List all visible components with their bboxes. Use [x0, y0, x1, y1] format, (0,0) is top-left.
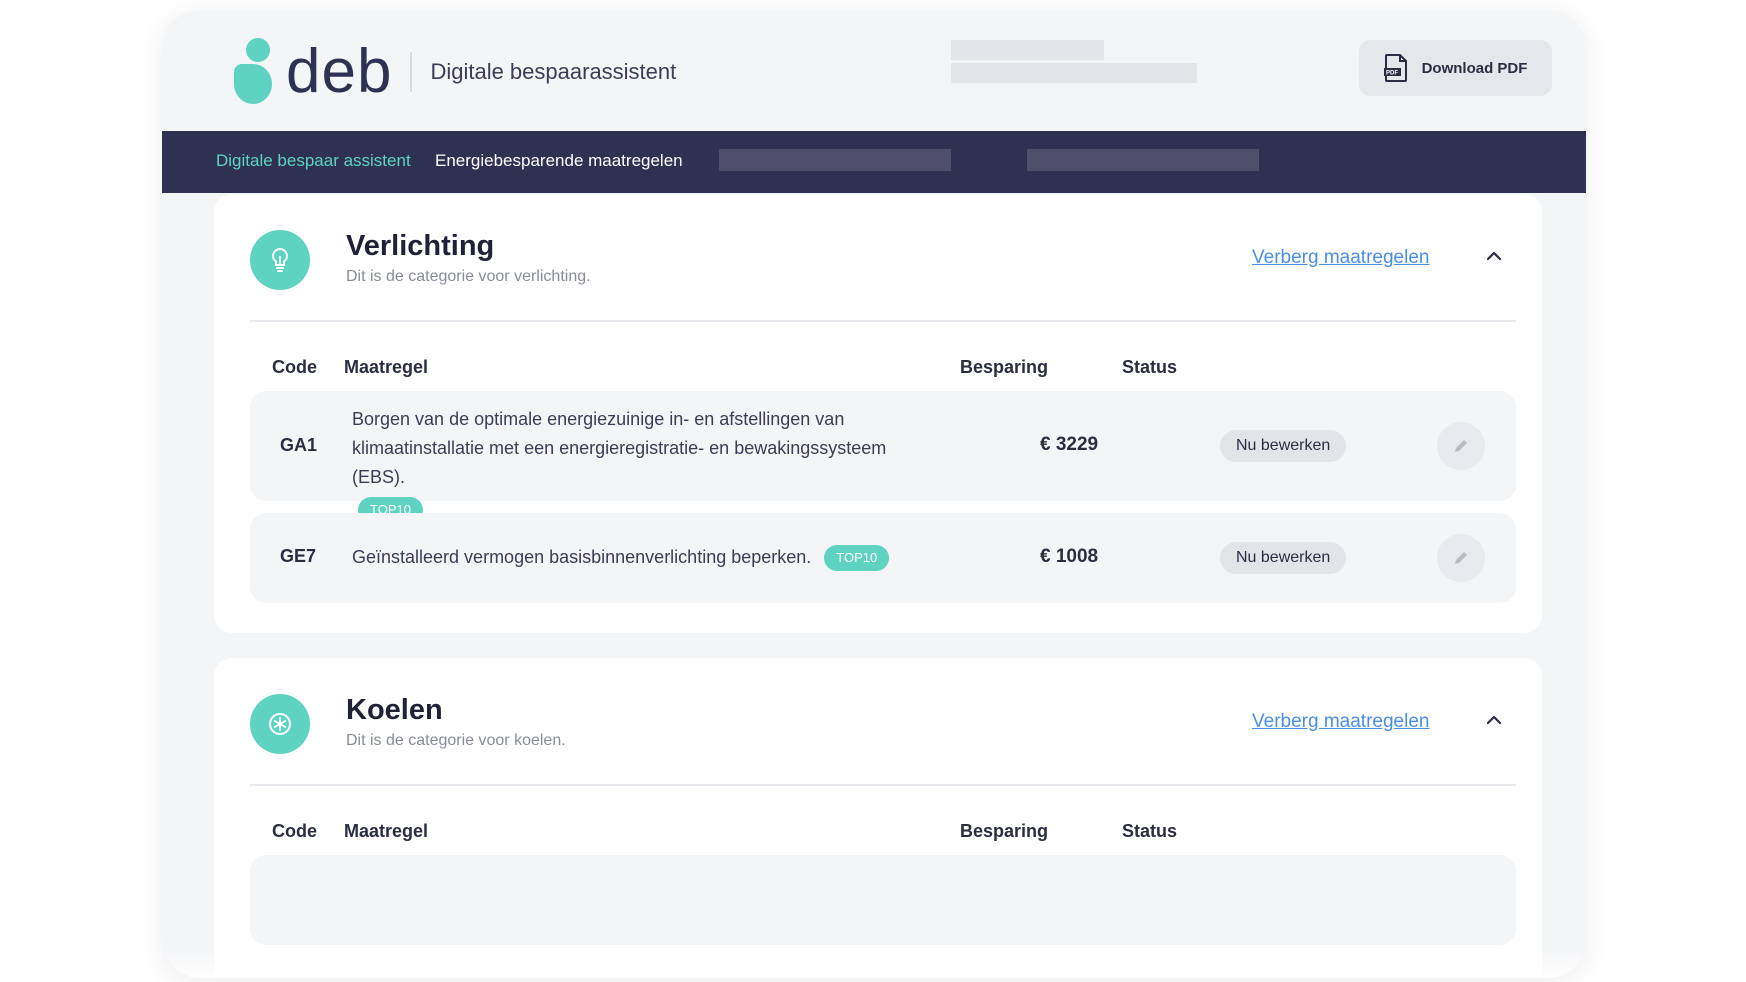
status-edit-pill[interactable]: Nu bewerken	[1220, 542, 1347, 574]
table-row: GA1 Borgen van de optimale energiezuinig…	[250, 391, 1516, 524]
column-header-measure: Maatregel	[344, 821, 429, 841]
column-header-status: Status	[1122, 821, 1178, 841]
top-nav: Digitale bespaar assistent Energiebespar…	[162, 131, 1586, 193]
snowflake-icon	[250, 694, 310, 754]
redacted-placeholder	[951, 63, 1197, 83]
measure-description-block: Borgen van de optimale energiezuinige in…	[352, 405, 912, 524]
edit-button[interactable]	[1437, 534, 1485, 582]
category-card-koelen: Koelen Dit is de categorie voor koelen. …	[214, 658, 1542, 978]
measure-description-block: Geïnstalleerd vermogen basisbinnenverlic…	[352, 543, 1072, 572]
measure-code: GA1	[280, 435, 318, 455]
header: deb Digitale bespaarassistent PDF Downlo…	[162, 10, 1586, 131]
lightbulb-icon	[250, 230, 310, 290]
app-frame: deb Digitale bespaarassistent PDF Downlo…	[162, 10, 1586, 978]
column-header-code: Code	[272, 821, 317, 841]
svg-text:PDF: PDF	[1386, 71, 1398, 77]
nav-item-digitale-bespaar-assistent[interactable]: Digitale bespaar assistent	[216, 151, 411, 171]
category-title: Verlichting	[346, 230, 495, 262]
edit-button[interactable]	[1437, 422, 1485, 470]
hide-measures-link[interactable]: Verberg maatregelen	[1252, 711, 1429, 733]
redacted-nav-item	[1027, 149, 1259, 171]
logo-mark-icon	[234, 38, 274, 106]
app-subtitle: Digitale bespaarassistent	[430, 59, 677, 84]
divider	[250, 784, 1516, 786]
redacted-placeholder	[951, 40, 1104, 60]
category-description: Dit is de categorie voor verlichting.	[346, 268, 591, 285]
saving-amount: € 3229	[1040, 434, 1099, 455]
top10-badge: TOP10	[824, 545, 890, 572]
chevron-up-icon[interactable]	[1484, 246, 1504, 266]
status-edit-pill[interactable]: Nu bewerken	[1220, 430, 1347, 462]
measure-description: Geïnstalleerd vermogen basisbinnenverlic…	[352, 547, 812, 567]
pencil-icon	[1455, 440, 1467, 452]
divider	[250, 320, 1516, 322]
hide-measures-link[interactable]: Verberg maatregelen	[1252, 247, 1429, 269]
logo-divider	[410, 52, 413, 92]
column-header-saving: Besparing	[960, 821, 1049, 841]
table-row: GE7 Geïnstalleerd vermogen basisbinnenve…	[250, 513, 1516, 603]
column-header-saving: Besparing	[960, 357, 1049, 377]
category-card-verlichting: Verlichting Dit is de categorie voor ver…	[214, 194, 1542, 633]
pencil-icon	[1455, 552, 1467, 564]
column-header-code: Code	[272, 357, 317, 377]
bottom-fade	[162, 948, 1586, 978]
category-title: Koelen	[346, 694, 443, 726]
table-row-partial	[250, 855, 1516, 945]
logo[interactable]: deb Digitale bespaarassistent	[234, 38, 676, 106]
column-header-measure: Maatregel	[344, 357, 429, 377]
redacted-nav-item	[719, 149, 951, 171]
logo-text: deb	[286, 37, 393, 106]
measure-code: GE7	[280, 546, 317, 566]
saving-amount: € 1008	[1040, 546, 1099, 567]
pdf-file-icon: PDF	[1383, 54, 1407, 82]
column-header-status: Status	[1122, 357, 1178, 377]
measure-description: Borgen van de optimale energiezuinige in…	[352, 409, 887, 487]
nav-item-energiebesparende-maatregelen[interactable]: Energiebesparende maatregelen	[435, 151, 683, 171]
chevron-up-icon[interactable]	[1484, 710, 1504, 730]
download-pdf-button[interactable]: PDF Download PDF	[1359, 40, 1552, 96]
category-description: Dit is de categorie voor koelen.	[346, 732, 566, 749]
download-pdf-label: Download PDF	[1421, 59, 1528, 77]
